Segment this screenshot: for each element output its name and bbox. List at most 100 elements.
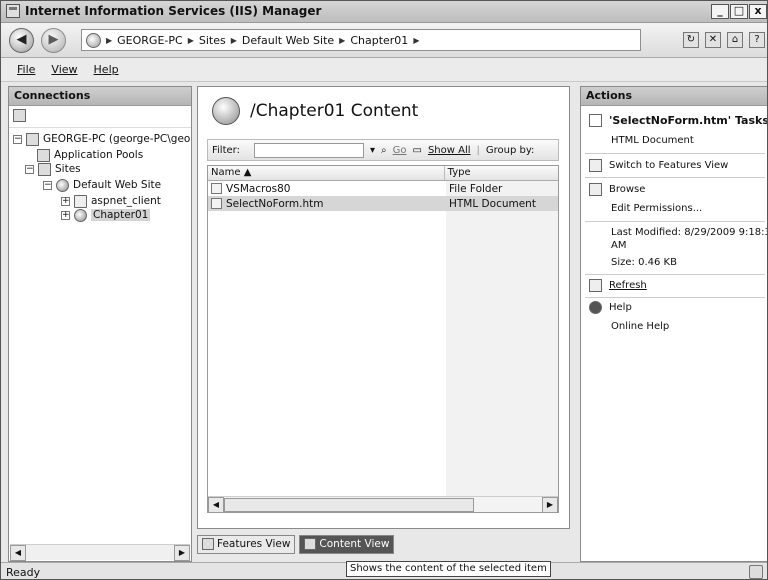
help-link[interactable]: Help bbox=[581, 301, 767, 314]
doc-type-label: HTML Document bbox=[611, 135, 694, 146]
actions-panel: Actions 'SelectNoForm.htm' Tasks HTML Do… bbox=[580, 86, 768, 562]
go-button[interactable]: Go bbox=[393, 145, 407, 156]
dropdown-arrow-icon[interactable]: ▾ bbox=[370, 145, 375, 156]
item-name-cell: VSMacros80 bbox=[208, 183, 446, 195]
breadcrumb-separator-icon: ▶ bbox=[230, 35, 237, 45]
action-label: Help bbox=[609, 302, 632, 313]
expand-icon[interactable]: + bbox=[61, 196, 70, 206]
edit-permissions-link[interactable]: Edit Permissions... bbox=[581, 203, 767, 214]
list-item[interactable]: SelectNoForm.htm HTML Document bbox=[208, 196, 558, 211]
features-view-icon bbox=[589, 159, 602, 172]
menu-file[interactable]: File bbox=[17, 63, 35, 76]
connections-header: Connections bbox=[9, 87, 191, 106]
close-button[interactable]: x bbox=[749, 4, 767, 19]
actions-header: Actions bbox=[581, 87, 767, 106]
group-by-button[interactable]: Group by: bbox=[486, 145, 535, 156]
content-list: Name ▲ Type VSMacros80 File Folder Selec… bbox=[207, 165, 559, 513]
breadcrumb-separator-icon: ▶ bbox=[339, 35, 346, 45]
features-view-tab[interactable]: Features View bbox=[197, 534, 296, 554]
tree-node-sites[interactable]: − Sites bbox=[25, 162, 81, 176]
refresh-link[interactable]: Refresh bbox=[581, 279, 767, 292]
breadcrumb[interactable]: ▶ GEORGE-PC ▶ Sites ▶ Default Web Site ▶… bbox=[81, 29, 641, 51]
connections-toolbar bbox=[9, 106, 191, 128]
switch-to-features-view-link[interactable]: Switch to Features View bbox=[581, 159, 767, 172]
window-title: Internet Information Services (IIS) Mana… bbox=[25, 4, 322, 18]
breadcrumb-server[interactable]: GEORGE-PC bbox=[117, 34, 183, 47]
connections-hscroll[interactable]: ◀ ▶ bbox=[10, 544, 190, 561]
item-name: VSMacros80 bbox=[226, 182, 291, 195]
tree-node-default-web-site[interactable]: − Default Web Site bbox=[43, 178, 161, 192]
scroll-track[interactable] bbox=[474, 497, 542, 512]
connect-icon[interactable] bbox=[13, 109, 26, 122]
show-all-icon: ▭ bbox=[412, 144, 422, 156]
filter-input[interactable] bbox=[253, 142, 364, 158]
stop-icon[interactable]: ✕ bbox=[705, 32, 721, 48]
scroll-right-icon[interactable]: ▶ bbox=[174, 545, 190, 561]
iis-app-icon bbox=[6, 4, 20, 18]
html-file-icon bbox=[211, 198, 222, 209]
application-icon bbox=[74, 208, 87, 222]
list-item[interactable]: VSMacros80 File Folder bbox=[208, 181, 558, 196]
help-icon bbox=[589, 301, 602, 314]
scroll-track[interactable] bbox=[26, 545, 174, 560]
refresh-icon bbox=[589, 279, 602, 292]
breadcrumb-chapter01[interactable]: Chapter01 bbox=[350, 34, 408, 47]
sites-folder-icon bbox=[38, 162, 51, 176]
scroll-left-icon[interactable]: ◀ bbox=[208, 497, 224, 512]
tree-node-chapter01[interactable]: + Chapter01 bbox=[61, 208, 151, 222]
tree-label: GEORGE-PC (george-PC\geo bbox=[43, 133, 191, 145]
toolbar-separator: | bbox=[476, 144, 480, 156]
menu-help[interactable]: Help bbox=[94, 63, 119, 76]
scroll-left-icon[interactable]: ◀ bbox=[10, 545, 26, 561]
network-status-icon bbox=[749, 565, 763, 579]
collapse-icon[interactable]: − bbox=[13, 134, 22, 144]
scroll-thumb[interactable] bbox=[224, 498, 474, 512]
last-modified-suffix: AM bbox=[611, 240, 627, 251]
action-label: Refresh bbox=[609, 280, 647, 291]
minimize-button[interactable]: _ bbox=[711, 4, 729, 19]
list-hscroll[interactable]: ◀ ▶ bbox=[208, 496, 558, 512]
menu-view[interactable]: View bbox=[51, 63, 77, 76]
home-icon[interactable]: ⌂ bbox=[727, 32, 743, 48]
tasks-title: 'SelectNoForm.htm' Tasks bbox=[609, 114, 768, 127]
column-header-type[interactable]: Type bbox=[445, 166, 558, 180]
server-icon bbox=[86, 32, 101, 48]
forward-button[interactable]: ▶ bbox=[41, 28, 66, 53]
help-icon[interactable]: ? bbox=[749, 32, 765, 48]
breadcrumb-separator-icon: ▶ bbox=[413, 35, 420, 45]
breadcrumb-default-web-site[interactable]: Default Web Site bbox=[242, 34, 334, 47]
filter-label: Filter: bbox=[212, 144, 240, 156]
refresh-icon[interactable]: ↻ bbox=[683, 32, 699, 48]
breadcrumb-separator-icon: ▶ bbox=[106, 35, 113, 45]
divider bbox=[585, 297, 765, 298]
back-button[interactable]: ◀ bbox=[9, 28, 34, 53]
maximize-button[interactable]: □ bbox=[730, 4, 748, 19]
divider bbox=[585, 274, 765, 275]
item-type: File Folder bbox=[449, 182, 503, 195]
tab-label: Content View bbox=[319, 538, 390, 550]
action-label: Switch to Features View bbox=[609, 160, 729, 171]
online-help-link[interactable]: Online Help bbox=[581, 321, 767, 332]
content-view-tab[interactable]: Content View bbox=[299, 534, 395, 554]
show-all-button[interactable]: Show All bbox=[428, 145, 471, 156]
tab-label: Features View bbox=[217, 538, 291, 550]
filter-bar: Filter: ▾ ⌕ Go ▭ Show All | Group by: bbox=[207, 139, 559, 161]
view-switcher: Features View Content View bbox=[197, 533, 395, 555]
scroll-right-icon[interactable]: ▶ bbox=[542, 497, 558, 512]
tree-node-server[interactable]: − GEORGE-PC (george-PC\geo bbox=[13, 132, 190, 146]
page-title: /Chapter01 Content bbox=[250, 101, 419, 121]
column-header-name[interactable]: Name ▲ bbox=[208, 166, 445, 180]
tree-label: Application Pools bbox=[54, 149, 144, 161]
collapse-icon[interactable]: − bbox=[25, 164, 34, 174]
window-controls: _ □ x bbox=[711, 4, 767, 19]
breadcrumb-sites[interactable]: Sites bbox=[199, 34, 226, 47]
tree-node-aspnet-client[interactable]: + aspnet_client bbox=[61, 194, 161, 208]
tree-node-application-pools[interactable]: Application Pools bbox=[37, 148, 143, 162]
collapse-icon[interactable]: − bbox=[43, 180, 52, 190]
features-view-icon bbox=[202, 538, 214, 550]
expand-icon[interactable]: + bbox=[61, 210, 70, 220]
tasks-heading: 'SelectNoForm.htm' Tasks bbox=[581, 114, 768, 127]
content-view-icon bbox=[304, 538, 317, 550]
browse-link[interactable]: Browse bbox=[581, 183, 767, 196]
item-name-cell: SelectNoForm.htm bbox=[208, 198, 446, 210]
